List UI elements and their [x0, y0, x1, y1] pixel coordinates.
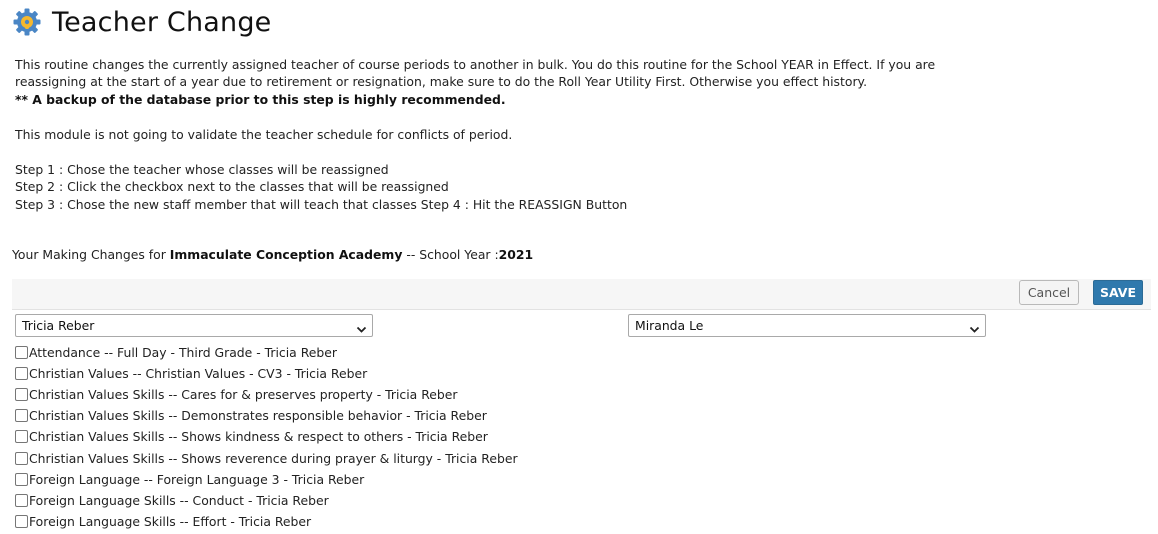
- step-2: Step 2 : Click the checkbox next to the …: [15, 179, 449, 194]
- course-checkbox[interactable]: [15, 367, 28, 381]
- course-label: Christian Values Skills -- Shows kindnes…: [29, 429, 488, 445]
- action-toolbar: [12, 279, 1151, 310]
- to-teacher-select[interactable]: Miranda Le: [628, 314, 986, 337]
- school-name: Immaculate Conception Academy: [169, 247, 403, 262]
- course-label: Christian Values Skills -- Shows reveren…: [29, 450, 518, 466]
- page-title: Teacher Change: [52, 6, 272, 38]
- gear-wrench-icon: [12, 7, 42, 37]
- description-line-2: reassigning at the start of a year due t…: [15, 74, 868, 89]
- course-label: Christian Values Skills -- Cares for & p…: [29, 387, 458, 403]
- course-item[interactable]: Foreign Language -- Foreign Language 3 -…: [15, 469, 518, 490]
- course-checkbox[interactable]: [15, 451, 28, 465]
- course-label: Christian Values Skills -- Demonstrates …: [29, 408, 487, 424]
- step-1: Step 1 : Chose the teacher whose classes…: [15, 162, 389, 177]
- course-list: Attendance -- Full Day - Third Grade - T…: [15, 342, 518, 532]
- course-label: Foreign Language Skills -- Conduct - Tri…: [29, 492, 329, 508]
- course-checkbox[interactable]: [15, 493, 28, 507]
- context-prefix: Your Making Changes for: [12, 247, 170, 262]
- course-item[interactable]: Christian Values Skills -- Shows reveren…: [15, 447, 518, 468]
- step-3: Step 3 : Chose the new staff member that…: [15, 197, 628, 212]
- course-item[interactable]: Christian Values Skills -- Cares for & p…: [15, 384, 518, 405]
- from-teacher-value: Tricia Reber: [22, 318, 95, 333]
- course-item[interactable]: Foreign Language Skills -- Effort - Tric…: [15, 511, 518, 532]
- course-item[interactable]: Foreign Language Skills -- Conduct - Tri…: [15, 490, 518, 511]
- course-item[interactable]: Attendance -- Full Day - Third Grade - T…: [15, 342, 518, 363]
- cancel-button[interactable]: Cancel: [1019, 280, 1079, 305]
- course-label: Attendance -- Full Day - Third Grade - T…: [29, 345, 337, 361]
- course-label: Christian Values -- Christian Values - C…: [29, 366, 368, 382]
- course-checkbox[interactable]: [15, 409, 28, 423]
- validation-note: This module is not going to validate the…: [15, 127, 513, 142]
- course-checkbox[interactable]: [15, 472, 28, 486]
- from-teacher-select[interactable]: Tricia Reber: [15, 314, 373, 337]
- to-teacher-value: Miranda Le: [635, 318, 704, 333]
- course-label: Foreign Language -- Foreign Language 3 -…: [29, 471, 365, 487]
- course-checkbox[interactable]: [15, 430, 28, 444]
- course-item[interactable]: Christian Values Skills -- Demonstrates …: [15, 405, 518, 426]
- chevron-down-icon: [969, 320, 980, 333]
- school-context: Your Making Changes for Immaculate Conce…: [12, 246, 533, 263]
- course-item[interactable]: Christian Values Skills -- Shows kindnes…: [15, 426, 518, 447]
- backup-warning: ** A backup of the database prior to thi…: [15, 92, 506, 107]
- page-header: Teacher Change: [12, 4, 272, 40]
- save-button[interactable]: SAVE: [1093, 280, 1143, 305]
- course-checkbox[interactable]: [15, 346, 28, 360]
- description-line-1: This routine changes the currently assig…: [15, 57, 936, 72]
- school-year: 2021: [498, 247, 534, 262]
- chevron-down-icon: [356, 320, 367, 333]
- course-checkbox[interactable]: [15, 388, 28, 402]
- course-checkbox[interactable]: [15, 514, 28, 528]
- course-label: Foreign Language Skills -- Effort - Tric…: [29, 513, 312, 529]
- context-middle: -- School Year :: [402, 247, 499, 262]
- course-item[interactable]: Christian Values -- Christian Values - C…: [15, 363, 518, 384]
